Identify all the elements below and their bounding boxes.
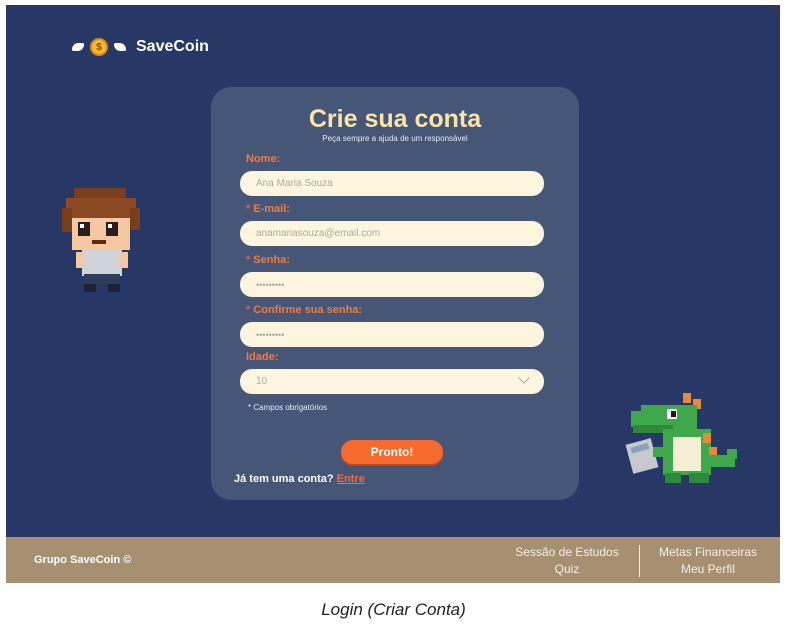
footer-link-sessao-estudos[interactable]: Sessão de Estudos: [506, 544, 628, 561]
footer-brand: Grupo SaveCoin ©: [34, 554, 132, 566]
crocodile-mascot-icon: [625, 393, 737, 483]
submit-button[interactable]: Pronto!: [341, 440, 443, 464]
name-label: Nome:: [246, 153, 281, 165]
age-selected-value: 10: [256, 376, 268, 387]
page-subtitle: Peça sempre a ajuda de um responsável: [322, 134, 468, 143]
wing-left-icon: [72, 43, 84, 51]
required-note: * Campos obrigatórios: [248, 403, 328, 412]
confirm-password-field[interactable]: [240, 322, 544, 347]
figure-caption: Login (Criar Conta): [321, 600, 466, 619]
age-label: Idade:: [246, 351, 279, 363]
app-frame: $ SaveCoin Crie sua conta Peça sempre a …: [6, 5, 780, 583]
footer-nav-col2: Metas Financeiras Meu Perfil: [649, 544, 767, 578]
login-link[interactable]: Entre: [337, 473, 365, 485]
wing-right-icon: [114, 43, 126, 51]
coin-icon: $: [90, 38, 108, 56]
confirm-password-label: * Confirme sua senha:: [246, 304, 363, 316]
footer-divider: [639, 545, 640, 577]
boy-mascot-icon: [62, 188, 140, 292]
footer-link-meu-perfil[interactable]: Meu Perfil: [649, 561, 767, 578]
footer: Grupo SaveCoin © Sessão de Estudos Quiz …: [6, 537, 780, 583]
footer-link-metas-financeiras[interactable]: Metas Financeiras: [649, 544, 767, 561]
password-field[interactable]: [240, 272, 544, 297]
page-title: Crie sua conta: [308, 105, 482, 133]
name-field[interactable]: [240, 171, 544, 196]
footer-nav-col1: Sessão de Estudos Quiz: [506, 544, 628, 578]
brand-name: SaveCoin: [136, 38, 209, 55]
age-select[interactable]: 10: [240, 369, 544, 394]
signup-card: Crie sua conta Peça sempre a ajuda de um…: [211, 87, 579, 500]
login-prompt: Já tem uma conta? Entre: [234, 473, 365, 485]
email-field[interactable]: [240, 221, 544, 246]
email-label: * E-mail:: [246, 203, 290, 215]
brand-logo[interactable]: $ SaveCoin: [72, 38, 209, 56]
password-label: * Senha:: [246, 254, 290, 266]
chevron-down-icon: [518, 372, 530, 384]
footer-link-quiz[interactable]: Quiz: [506, 561, 628, 578]
